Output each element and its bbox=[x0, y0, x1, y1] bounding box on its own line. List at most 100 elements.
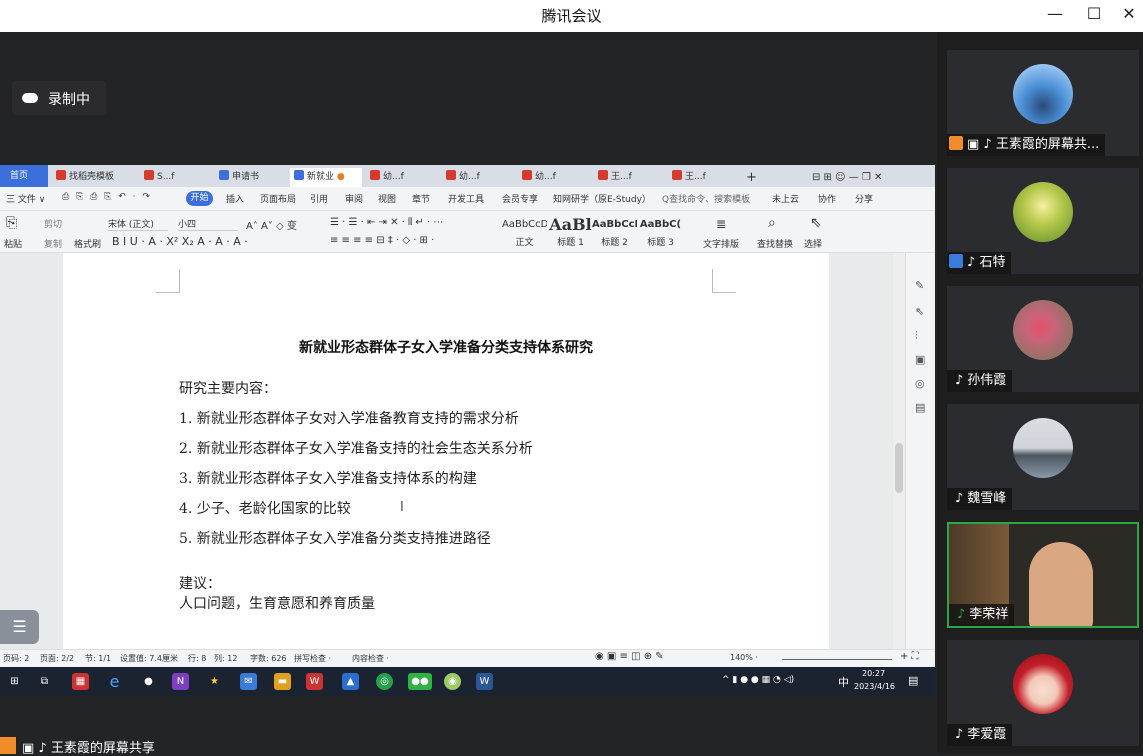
start-menu-icon[interactable]: ⊞ bbox=[6, 673, 23, 690]
document-page[interactable]: 新就业形态群体子女入学准备分类支持体系研究 研究主要内容： 1. 新就业形态群体… bbox=[63, 253, 829, 649]
minimize-button[interactable]: — bbox=[1043, 4, 1067, 23]
style-heading-2[interactable]: AaBbCcI 标题 2 bbox=[592, 215, 637, 248]
participant-tile[interactable]: ♪ 石特 bbox=[947, 168, 1139, 274]
status-setting: 设置值: 7.4厘米 bbox=[120, 654, 178, 663]
participant-tile[interactable]: ▣ ♪ 王素霞的屏幕共... bbox=[947, 50, 1139, 156]
find-replace-button[interactable]: 查找替换 bbox=[757, 237, 793, 250]
folder-icon[interactable]: ▬ bbox=[274, 673, 291, 690]
app-green-icon[interactable]: ◎ bbox=[376, 673, 393, 690]
wechat-icon[interactable]: ●● bbox=[408, 673, 432, 690]
text-layout-button[interactable]: 文字排版 bbox=[703, 237, 739, 250]
pdf-icon bbox=[598, 170, 608, 180]
avatar bbox=[1013, 418, 1073, 478]
maximize-button[interactable]: ☐ bbox=[1082, 4, 1106, 23]
store-icon[interactable]: ▦ bbox=[72, 673, 89, 690]
tab-doc-wang-1[interactable]: 王...f bbox=[594, 168, 666, 187]
floating-menu-button[interactable]: ☰ bbox=[0, 610, 39, 644]
copy-button[interactable]: 复制 bbox=[44, 237, 62, 250]
text-cursor-icon: I bbox=[400, 500, 404, 515]
style-heading-3[interactable]: AaBbC(标题 3 bbox=[638, 215, 683, 248]
zoom-level[interactable]: 140% · bbox=[730, 653, 758, 662]
system-tray-icons[interactable]: ^ ▮ ● ● ▦ ◔ ◁) bbox=[722, 675, 794, 685]
menu-chapter[interactable]: 章节 bbox=[412, 192, 430, 205]
browser-icon[interactable]: ◉ bbox=[444, 673, 461, 690]
collaborate-button[interactable]: 协作 bbox=[818, 192, 836, 205]
close-button[interactable]: ✕ bbox=[1117, 4, 1141, 23]
select-button[interactable]: 选择 bbox=[804, 237, 822, 250]
edge-icon[interactable]: e bbox=[106, 673, 123, 690]
sliders-icon[interactable]: ⫶ bbox=[915, 329, 918, 343]
word-taskbar-icon[interactable]: W bbox=[476, 673, 493, 690]
menu-review[interactable]: 审阅 bbox=[345, 192, 363, 205]
style-normal[interactable]: AaBbCcD 正文 bbox=[502, 215, 547, 248]
cut-button[interactable]: 剪切 bbox=[44, 217, 62, 230]
status-section: 节: 1/1 bbox=[85, 654, 112, 663]
tab-doc-you-2[interactable]: 幼...f bbox=[442, 168, 514, 187]
star-icon[interactable]: ★ bbox=[206, 673, 223, 690]
view-mode-icons[interactable]: ◉ ▣ ≡ ◫ ⊕ ✎ bbox=[595, 651, 664, 662]
image-icon[interactable]: ▣ bbox=[915, 353, 925, 366]
participant-tile[interactable]: ♪ 孙伟霞 bbox=[947, 286, 1139, 392]
menu-start[interactable]: 开始 bbox=[186, 191, 213, 206]
menu-reference[interactable]: 引用 bbox=[310, 192, 328, 205]
menu-layout[interactable]: 页面布局 bbox=[260, 192, 296, 205]
onenote-icon[interactable]: N bbox=[172, 673, 189, 690]
menu-cnki[interactable]: 知网研学（原E-Study） bbox=[553, 192, 651, 205]
tab-home[interactable]: 首页 bbox=[0, 165, 48, 187]
tab-doc-s[interactable]: S...f bbox=[140, 168, 212, 187]
paste-icon[interactable]: ⎘ bbox=[6, 215, 17, 231]
tab-new-employment[interactable]: 新就业 ● bbox=[290, 168, 362, 187]
menu-file[interactable]: 三 文件 ∨ bbox=[6, 192, 45, 205]
participant-tile[interactable]: ♪ 李爱霞 bbox=[947, 640, 1139, 746]
menu-member[interactable]: 会员专享 bbox=[502, 192, 538, 205]
font-grow-icons[interactable]: A˄ A˅ ◇ 变 bbox=[246, 217, 297, 232]
photos-icon[interactable]: ▲ bbox=[342, 673, 359, 690]
menu-insert[interactable]: 插入 bbox=[226, 192, 244, 205]
notification-icon[interactable]: ▤ bbox=[908, 674, 918, 687]
list-buttons[interactable]: ☰ · ☰ · ⇤ ⇥ ✕ · ⫴ ↵ · ⋯ bbox=[330, 217, 443, 228]
wps-icon[interactable]: W bbox=[306, 673, 323, 690]
qq-icon[interactable]: ● bbox=[140, 673, 157, 690]
book-icon[interactable]: ▤ bbox=[915, 401, 925, 414]
avatar bbox=[1013, 182, 1073, 242]
font-select[interactable]: 宋体 (正文) bbox=[108, 217, 168, 231]
menu-dev-tools[interactable]: 开发工具 bbox=[448, 192, 484, 205]
tab-doc-you-3[interactable]: 幼...f bbox=[518, 168, 590, 187]
tab-templates[interactable]: 找稻壳模板 bbox=[52, 168, 138, 187]
vertical-scrollbar[interactable] bbox=[893, 253, 905, 649]
cloud-status[interactable]: 未上云 bbox=[772, 192, 799, 205]
mic-muted-icon: ♪ bbox=[967, 255, 980, 270]
align-buttons[interactable]: ≡ ≡ ≡ ≡ ⊟ ‡ · ◇ · ⊞ · bbox=[330, 235, 434, 246]
format-painter-button[interactable]: 格式刷 bbox=[74, 237, 101, 250]
command-search[interactable]: Q查找命令、搜索模板 bbox=[662, 192, 750, 205]
zoom-in-icon[interactable]: + ⛶ bbox=[900, 651, 919, 662]
app-icon[interactable]: ✉ bbox=[240, 673, 257, 690]
font-size-select[interactable]: 小四 bbox=[178, 217, 238, 231]
zoom-slider[interactable] bbox=[782, 659, 892, 660]
style-heading-1[interactable]: AaBl 标题 1 bbox=[548, 215, 593, 248]
window-controls-wps[interactable]: ⊟ ⊞ ☺ — ❐ ✕ bbox=[808, 168, 933, 187]
mic-muted-icon: ♪ bbox=[955, 727, 964, 742]
tab-application[interactable]: 申请书 bbox=[215, 168, 287, 187]
menu-view[interactable]: 视图 bbox=[378, 192, 396, 205]
pointer-icon[interactable]: ⇖ bbox=[915, 305, 924, 318]
ime-indicator[interactable]: 中 bbox=[838, 674, 849, 690]
tab-doc-wang-2[interactable]: 王...f bbox=[668, 168, 740, 187]
participant-video-tile[interactable]: ♪ 李荣祥 bbox=[947, 522, 1139, 628]
spell-check-button[interactable]: 拼写检查 · bbox=[294, 653, 331, 664]
recording-indicator[interactable]: 录制中 bbox=[12, 81, 106, 115]
task-view-icon[interactable]: ⧉ bbox=[36, 673, 53, 690]
scroll-thumb[interactable] bbox=[895, 443, 903, 493]
font-style-buttons[interactable]: B I U · A · X² X₂ A · A · A · bbox=[112, 235, 248, 248]
paste-button[interactable]: 粘贴 bbox=[4, 237, 22, 250]
quick-access-icons[interactable]: ⎙ ⎘ ⎙ ⎘ ↶ · ↷ bbox=[62, 192, 152, 202]
document-tabs: 首页 找稻壳模板 S...f 申请书 新就业 ● 幼...f 幼...f 幼..… bbox=[0, 165, 935, 187]
new-tab-button[interactable]: + bbox=[742, 168, 758, 187]
pen-icon[interactable]: ✎ bbox=[915, 279, 924, 292]
participant-tile[interactable]: ♪ 魏雪峰 bbox=[947, 404, 1139, 510]
status-pages: 页面: 2/2 bbox=[40, 654, 75, 663]
location-icon[interactable]: ◎ bbox=[915, 377, 925, 390]
content-check-button[interactable]: 内容检查 · bbox=[352, 653, 389, 664]
share-button[interactable]: 分享 bbox=[855, 192, 873, 205]
tab-doc-you-1[interactable]: 幼...f bbox=[366, 168, 438, 187]
